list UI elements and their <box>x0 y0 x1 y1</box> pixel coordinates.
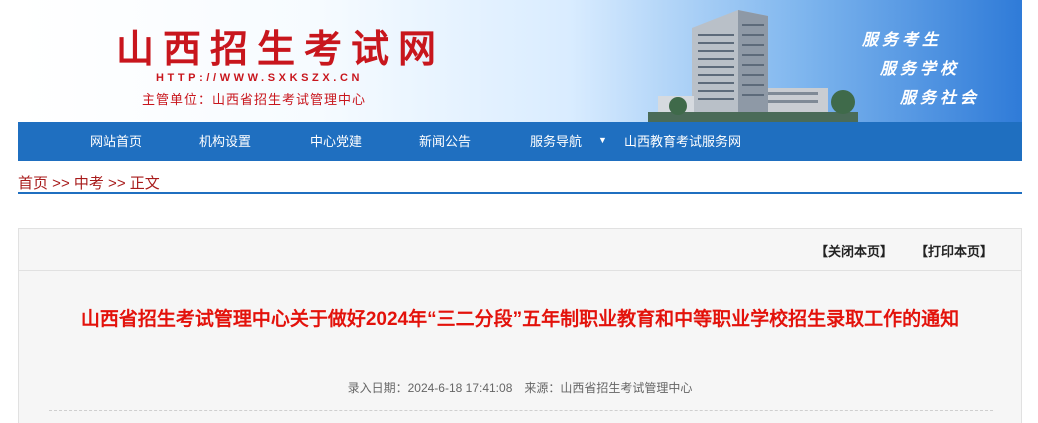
article-meta: 录入日期：2024-6-18 17:41:08 来源：山西省招生考试管理中心 <box>347 381 693 395</box>
slogan-3: 服务社会 <box>900 88 981 107</box>
nav-organization[interactable]: 机构设置 <box>199 122 251 161</box>
building-image <box>648 10 858 122</box>
site-url: HTTP://WWW.SXKSZX.CN <box>156 72 364 84</box>
article-title: 山西省招生考试管理中心关于做好2024年“三二分段”五年制职业教育和中等职业学校… <box>80 309 960 330</box>
main-nav: 网站首页 机构设置 中心党建 新闻公告 服务导航 ▼ 山西教育考试服务网 <box>18 122 1022 161</box>
nav-exam-service[interactable]: 山西教育考试服务网 <box>624 122 741 161</box>
site-title: 山西招生考试网 <box>116 26 446 71</box>
breadcrumb-home[interactable]: 首页 <box>18 175 48 192</box>
nav-services[interactable]: 服务导航 <box>530 122 582 161</box>
breadcrumb-section[interactable]: 中考 <box>74 175 104 192</box>
nav-news[interactable]: 新闻公告 <box>419 122 471 161</box>
article-toolbar: 【关闭本页】 【打印本页】 <box>19 229 1021 271</box>
breadcrumb-separator: >> <box>48 175 74 192</box>
slogan-1: 服务考生 <box>862 30 943 49</box>
print-page-button[interactable]: 【打印本页】 <box>915 241 993 260</box>
slogan-2: 服务学校 <box>880 59 961 78</box>
nav-party[interactable]: 中心党建 <box>310 122 362 161</box>
article-panel: 【关闭本页】 【打印本页】 山西省招生考试管理中心关于做好2024年“三二分段”… <box>18 228 1022 423</box>
close-page-button[interactable]: 【关闭本页】 <box>815 241 893 260</box>
chevron-down-icon[interactable]: ▼ <box>598 135 607 145</box>
breadcrumb-separator: >> <box>103 175 130 192</box>
site-org: 主管单位：山西省招生考试管理中心 <box>142 92 367 107</box>
breadcrumb-current: 正文 <box>129 175 160 192</box>
header-banner: 山西招生考试网 HTTP://WWW.SXKSZX.CN 主管单位：山西省招生考… <box>18 0 1022 122</box>
nav-home[interactable]: 网站首页 <box>90 122 142 161</box>
article-divider <box>49 410 993 411</box>
breadcrumb: 首页 >> 中考 >> 正文 <box>18 172 160 192</box>
breadcrumb-divider <box>18 192 1022 194</box>
